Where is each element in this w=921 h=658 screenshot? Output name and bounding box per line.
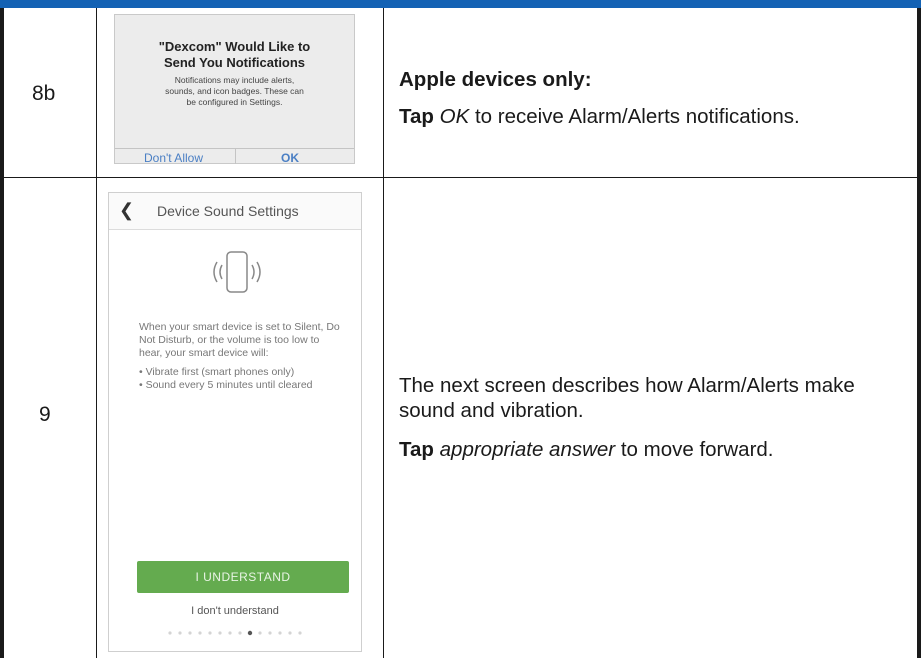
bullet-vibrate: • Vibrate first (smart phones only) bbox=[139, 366, 295, 378]
dialog-title: "Dexcom" Would Like to Send You Notifica… bbox=[158, 39, 311, 70]
dont-allow-button[interactable]: Don't Allow bbox=[144, 151, 203, 165]
step-number: 9 bbox=[39, 403, 51, 426]
device-sound-settings-screen: ❮ Device Sound Settings When your smart … bbox=[108, 192, 362, 652]
step-8b-description: Apple devices only: Tap OK to receive Al… bbox=[399, 67, 899, 129]
step-9-description-line1: The next screen describes how Alarm/Aler… bbox=[399, 374, 855, 397]
table-header-bar bbox=[0, 0, 921, 8]
step-number: 8b bbox=[32, 82, 56, 105]
step-9-instruction: Tap appropriate answer to move forward. bbox=[399, 438, 774, 461]
table-border-left bbox=[0, 8, 4, 658]
ok-button[interactable]: OK bbox=[281, 151, 299, 165]
screen-header: ❮ Device Sound Settings bbox=[109, 193, 361, 230]
table-border-right bbox=[917, 8, 921, 658]
i-understand-button[interactable]: I UNDERSTAND bbox=[137, 561, 349, 593]
chevron-left-icon[interactable]: ❮ bbox=[119, 200, 134, 221]
table-row-divider bbox=[0, 177, 921, 178]
table-divider-col2 bbox=[383, 8, 384, 658]
sound-settings-paragraph: When your smart device is set to Silent,… bbox=[139, 321, 340, 359]
notification-permission-dialog: "Dexcom" Would Like to Send You Notifica… bbox=[114, 14, 355, 165]
i-dont-understand-link[interactable]: I don't understand bbox=[109, 605, 361, 617]
vibrating-phone-icon bbox=[213, 251, 261, 293]
page-indicator-dots bbox=[168, 630, 302, 636]
table-divider-col1 bbox=[96, 8, 97, 658]
screen-title: Device Sound Settings bbox=[157, 203, 299, 219]
sound-settings-text: When your smart device is set to Silent,… bbox=[139, 321, 345, 398]
step-8b-instruction: Tap OK to receive Alarm/Alerts notificat… bbox=[399, 105, 800, 128]
step-9-description-line2: sound and vibration. bbox=[399, 399, 584, 422]
bullet-sound: • Sound every 5 minutes until cleared bbox=[139, 379, 313, 391]
step-9-description: The next screen describes how Alarm/Aler… bbox=[399, 373, 904, 462]
dialog-body: Notifications may include alerts, sounds… bbox=[165, 75, 304, 107]
apple-only-heading: Apple devices only: bbox=[399, 68, 592, 91]
dialog-button-divider bbox=[235, 148, 236, 164]
